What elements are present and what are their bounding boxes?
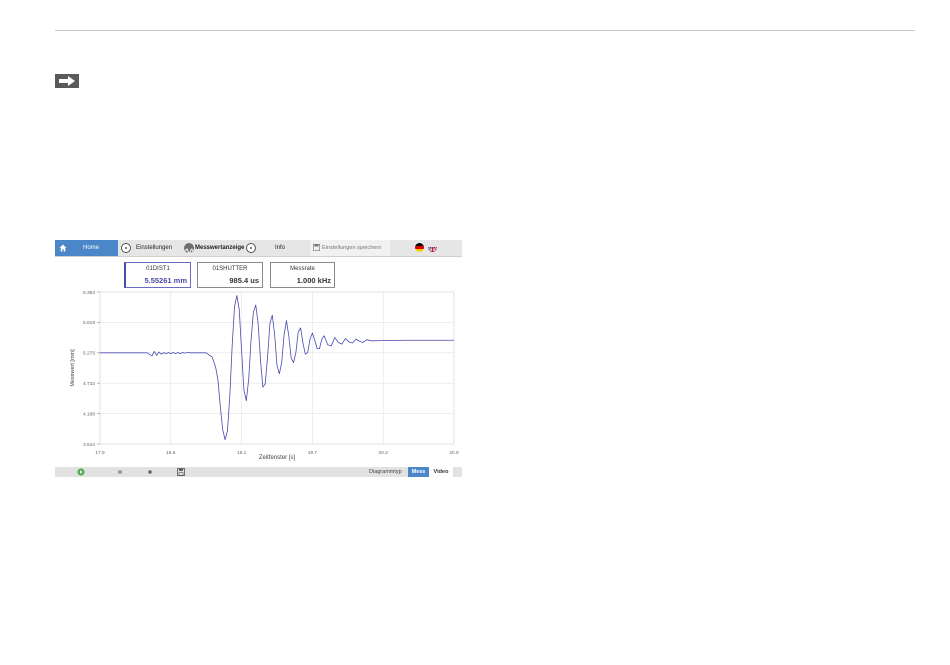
x-tick-label: 19.7 (308, 450, 318, 456)
arrow-right-icon (55, 74, 79, 88)
value-box-title: 01DIST1 (146, 266, 170, 272)
pause-icon[interactable] (116, 468, 124, 476)
x-tick-label: 20.3 (379, 450, 389, 456)
save-settings-label: Einstellungen speichern (322, 245, 382, 251)
y-tick-label: 6.363 (83, 290, 95, 296)
x-axis-label: Zeitfenster [s] (259, 455, 296, 461)
page-top-rule (55, 30, 915, 31)
x-tick-label: 18.5 (166, 450, 176, 456)
value-box-value: 5.55261 mm (144, 276, 187, 285)
x-tick-label: 17.9 (95, 450, 105, 456)
value-box-distance[interactable]: 01DIST1 5.55261 mm (124, 262, 191, 288)
x-tick-label: 19.1 (237, 450, 247, 456)
x-tick-label: 20.9 (449, 450, 459, 456)
value-box-title: Messrate (290, 266, 315, 272)
value-box-value: 1.000 kHz (296, 276, 331, 285)
nav-home-label: Home (83, 245, 100, 251)
german-flag-icon[interactable] (415, 243, 424, 252)
web-interface-screenshot: Home Einstellungen Messwertanzeige Info … (55, 240, 462, 477)
y-tick-label: 4.188 (83, 411, 95, 417)
info-icon (246, 243, 256, 253)
nav-measurement[interactable]: Messwertanzeige (195, 240, 244, 256)
uk-flag-icon[interactable] (428, 243, 437, 252)
stop-icon[interactable] (146, 468, 154, 476)
diagram-type-label: Diagrammtyp (369, 469, 402, 475)
y-axis-ticks: 6.363 5.819 5.275 4.732 4.188 3.644 (83, 290, 100, 448)
y-tick-label: 5.275 (83, 351, 95, 357)
y-tick-label: 5.819 (83, 320, 95, 326)
settings-icon (121, 243, 131, 253)
plot-area (99, 291, 455, 445)
value-box-title: 01SHUTTER (212, 266, 248, 272)
play-icon[interactable] (77, 468, 85, 476)
y-tick-label: 3.644 (83, 442, 95, 448)
value-box-shutter[interactable]: 01SHUTTER 985.4 us (197, 262, 263, 288)
home-icon (59, 244, 67, 252)
diagram-mode-video[interactable]: Video (429, 467, 453, 477)
y-axis-label: Messwert [mm] (70, 349, 76, 387)
waveform-icon (184, 243, 194, 254)
value-box-value: 985.4 us (229, 276, 259, 285)
save-settings-button[interactable]: Einstellungen speichern (310, 240, 390, 256)
top-navigation: Home Einstellungen Messwertanzeige Info … (55, 240, 462, 257)
measurement-chart[interactable]: 6.363 5.819 5.275 4.732 4.188 3.644 17.9 18.5 1… (55, 288, 462, 466)
nav-home[interactable]: Home (55, 240, 118, 256)
y-tick-label: 4.732 (83, 381, 95, 387)
diagram-mode-mess[interactable]: Mess (408, 467, 429, 477)
floppy-disk-icon (313, 244, 320, 251)
bottom-toolbar: Diagrammtyp Mess Video (55, 467, 462, 477)
save-data-icon[interactable] (177, 468, 185, 476)
value-box-rate[interactable]: Messrate 1.000 kHz (270, 262, 335, 288)
nav-info[interactable]: Info (275, 240, 285, 256)
nav-settings[interactable]: Einstellungen (136, 240, 172, 256)
chart-grid (99, 291, 455, 445)
